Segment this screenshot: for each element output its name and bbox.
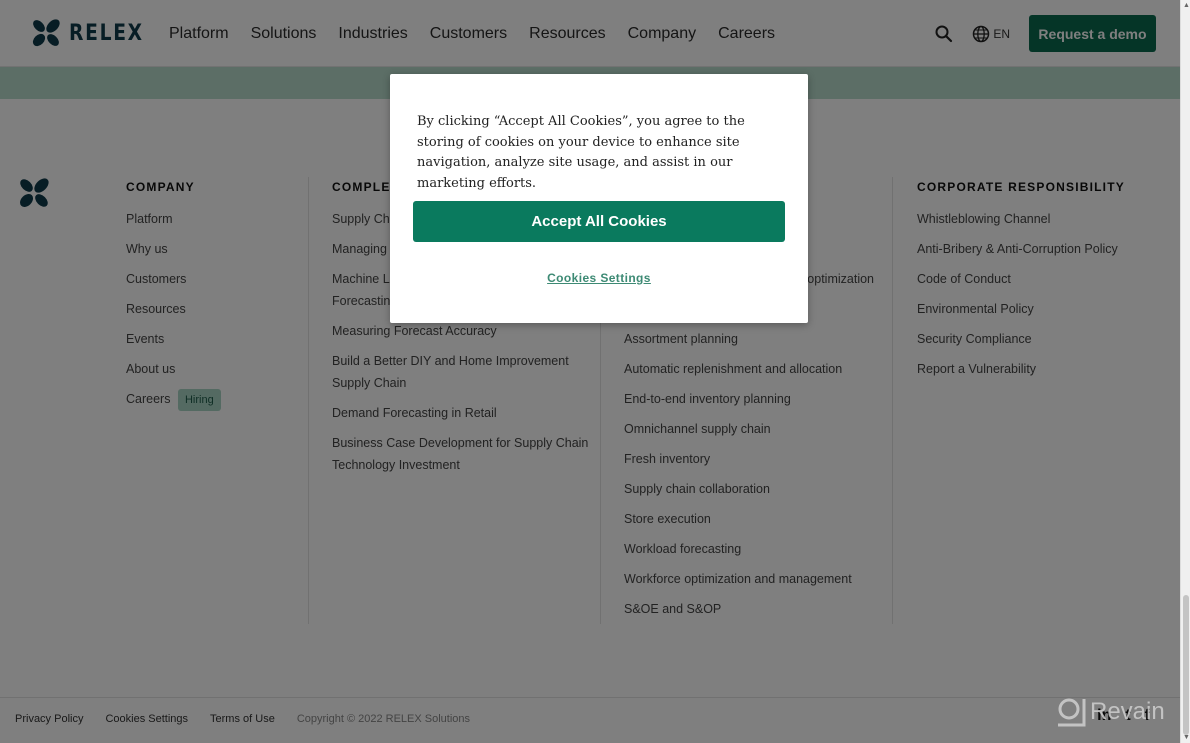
accept-all-cookies-button[interactable]: Accept All Cookies <box>413 201 785 242</box>
scroll-down-arrow-icon[interactable]: ▼ <box>1183 734 1190 741</box>
cookie-consent-modal: By clicking “Accept All Cookies”, you ag… <box>390 74 808 323</box>
page: RELEX Platform Solutions Industries Cust… <box>0 0 1180 743</box>
revain-logo-icon <box>1058 698 1086 727</box>
watermark-text: Revain <box>1090 698 1165 725</box>
cookie-consent-text: By clicking “Accept All Cookies”, you ag… <box>417 114 745 191</box>
scroll-up-arrow-icon[interactable]: ▲ <box>1183 2 1190 9</box>
revain-watermark: Revain <box>1056 697 1165 727</box>
vertical-scrollbar[interactable]: ▲ ▼ <box>1180 0 1190 743</box>
cookies-settings-button[interactable]: Cookies Settings <box>390 271 808 285</box>
scrollbar-thumb[interactable] <box>1183 595 1189 735</box>
